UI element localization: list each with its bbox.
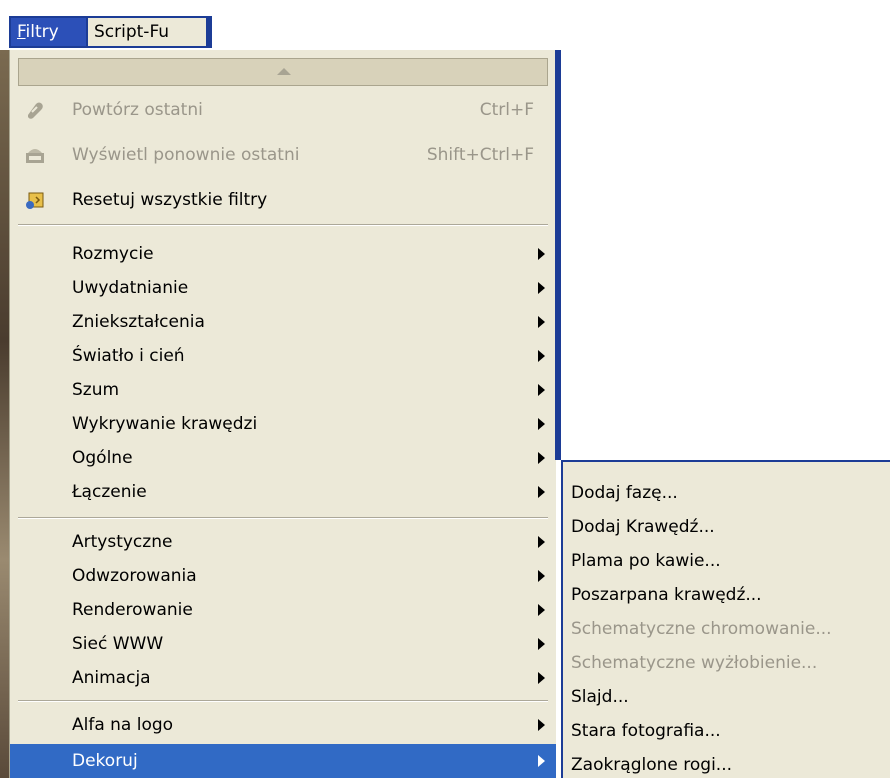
submenu-item-label: Slajd... [571,687,629,707]
canvas-strip [0,50,9,778]
submenu-arrow-icon [538,719,545,731]
menu-item-label: Artystyczne [72,532,173,552]
menu-item-label: Wykrywanie krawędzi [72,414,258,434]
menu-border [555,50,561,460]
submenu-item-schematyczne-wyzlobienie[interactable]: Schematyczne wyżłobienie... [563,646,890,680]
menu-item-reshow-last[interactable]: Wyświetl ponownie ostatni Shift+Ctrl+F [10,138,556,172]
menu-item-label: Ogólne [72,448,133,468]
submenu-arrow-icon [538,755,545,767]
menubar-item-script-fu[interactable]: Script-Fu [88,18,206,46]
menu-item-label: Zniekształcenia [72,312,205,332]
submenu-arrow-icon [538,282,545,294]
submenu-arrow-icon [538,638,545,650]
menu-item-renderowanie[interactable]: Renderowanie [10,593,556,627]
menu-item-repeat-last[interactable]: Powtórz ostatni Ctrl+F [10,93,556,127]
menu-item-animacja[interactable]: Animacja [10,661,556,695]
submenu-arrow-icon [538,604,545,616]
submenu-item-label: Zaokrąglone rogi... [571,755,733,775]
submenu-item-label: Schematyczne chromowanie... [571,619,832,639]
menu-item-odwzorowania[interactable]: Odwzorowania [10,559,556,593]
menu-item-label: Łączenie [72,482,147,502]
submenu-item-dodaj-faze[interactable]: Dodaj fazę... [563,476,890,510]
menubar-frame: Filtry Script-Fu [9,16,212,48]
submenu-arrow-icon [538,316,545,328]
submenu-item-label: Stara fotografia... [571,721,721,741]
menu-item-label: Powtórz ostatni [72,100,203,120]
menu-item-label: Szum [72,380,120,400]
menu-item-uwydatnianie[interactable]: Uwydatnianie [10,271,556,305]
menu-item-label: Resetuj wszystkie filtry [72,190,268,210]
menu-scroll-up-button[interactable] [18,58,548,86]
menu-item-dekoruj[interactable]: Dekoruj [10,744,556,778]
submenu-item-label: Poszarpana krawędź... [571,585,762,605]
menu-item-label: Animacja [72,668,151,688]
menu-item-label: Sieć WWW [72,634,164,654]
submenu-arrow-icon [538,486,545,498]
reshow-icon [26,149,44,163]
submenu-item-label: Dodaj Krawędź... [571,517,715,537]
submenu-arrow-icon [538,570,545,582]
menubar: Filtry Script-Fu [0,0,890,50]
dekoruj-submenu: Dodaj fazę... Dodaj Krawędź... Plama po … [561,460,890,778]
submenu-item-schematyczne-chromowanie[interactable]: Schematyczne chromowanie... [563,612,890,646]
submenu-item-label: Dodaj fazę... [571,483,678,503]
submenu-item-slajd[interactable]: Slajd... [563,680,890,714]
submenu-arrow-icon [538,536,545,548]
menu-item-swiatlo-i-cien[interactable]: Światło i cień [10,339,556,373]
scroll-up-arrow-icon [277,68,291,75]
menu-item-znieksztalcenia[interactable]: Zniekształcenia [10,305,556,339]
menubar-label-rest: iltry [25,22,59,42]
submenu-item-label: Plama po kawie... [571,551,721,571]
submenu-item-poszarpana-krawedz[interactable]: Poszarpana krawędź... [563,578,890,612]
menu-item-rozmycie[interactable]: Rozmycie [10,237,556,271]
menu-item-ogolne[interactable]: Ogólne [10,441,556,475]
submenu-arrow-icon [538,350,545,362]
menu-item-label: Uwydatnianie [72,278,189,298]
submenu-item-dodaj-krawedz[interactable]: Dodaj Krawędź... [563,510,890,544]
menu-item-laczenie[interactable]: Łączenie [10,475,556,509]
menu-item-label: Wyświetl ponownie ostatni [72,145,300,165]
submenu-item-plama-po-kawie[interactable]: Plama po kawie... [563,544,890,578]
menu-item-szum[interactable]: Szum [10,373,556,407]
menu-item-label: Dekoruj [72,751,138,771]
submenu-arrow-icon [538,418,545,430]
menu-item-siec-www[interactable]: Sieć WWW [10,627,556,661]
menu-item-label: Renderowanie [72,600,193,620]
menu-item-reset-all-filters[interactable]: Resetuj wszystkie filtry [10,183,556,217]
repeat-icon [28,102,43,119]
reset-icon [26,192,44,209]
menu-item-artystyczne[interactable]: Artystyczne [10,525,556,559]
submenu-item-zaokraglone-rogi[interactable]: Zaokrąglone rogi... [563,748,890,782]
shortcut-label: Ctrl+F [479,100,534,120]
menubar-item-filtry[interactable]: Filtry [11,18,86,46]
submenu-arrow-icon [538,452,545,464]
shortcut-label: Shift+Ctrl+F [426,145,534,165]
submenu-arrow-icon [538,672,545,684]
menu-item-label: Rozmycie [72,244,154,264]
menubar-mnemonic: F [17,22,26,42]
menu-item-alfa-na-logo[interactable]: Alfa na logo [10,708,556,742]
submenu-arrow-icon [538,384,545,396]
menu-separator [18,700,548,702]
menu-separator [18,224,548,226]
submenu-arrow-icon [538,248,545,260]
menu-item-label: Światło i cień [72,346,185,366]
filters-menu: Powtórz ostatni Ctrl+F Wyświetl ponownie… [9,50,556,778]
menu-separator [18,517,548,519]
submenu-item-label: Schematyczne wyżłobienie... [571,653,818,673]
menu-item-label: Odwzorowania [72,566,197,586]
menu-item-label: Alfa na logo [72,715,174,735]
submenu-item-stara-fotografia[interactable]: Stara fotografia... [563,714,890,748]
menu-item-wykrywanie-krawedzi[interactable]: Wykrywanie krawędzi [10,407,556,441]
